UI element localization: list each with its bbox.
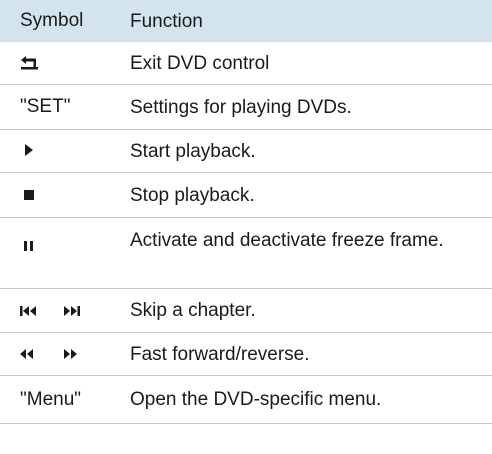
table-row: Start playback.: [0, 130, 492, 173]
symbol-column-header: Symbol: [20, 10, 84, 31]
exit-arrow-icon: [20, 55, 130, 71]
table-row: "SET" Settings for playing DVDs.: [0, 85, 492, 130]
symbol-cell: "Menu": [20, 388, 82, 410]
function-cell: Exit DVD control: [130, 52, 270, 74]
symbol-cell: "SET": [20, 96, 71, 117]
symbol-cell: [0, 305, 130, 316]
function-cell: Stop playback.: [130, 184, 255, 206]
play-icon: [25, 144, 33, 156]
function-cell: Fast forward/reverse.: [130, 343, 310, 365]
function-cell: Settings for playing DVDs.: [130, 96, 352, 118]
function-cell: Skip a chapter.: [130, 300, 256, 321]
table-row: Skip a chapter.: [0, 289, 492, 333]
rewind-icon: [20, 349, 33, 359]
symbol-cell: [0, 228, 130, 257]
table-row: Fast forward/reverse.: [0, 333, 492, 376]
table-header: Symbol Function: [0, 0, 492, 42]
skip-back-icon: [20, 305, 36, 316]
symbol-cell: [0, 184, 130, 206]
stop-icon: [24, 190, 34, 200]
symbol-cell: [0, 349, 130, 359]
symbol-cell: [0, 140, 130, 162]
function-cell: Open the DVD-specific menu.: [130, 389, 382, 410]
function-cell: Activate and deactivate freeze frame.: [130, 230, 444, 251]
table-row: Activate and deactivate freeze frame.: [0, 218, 492, 289]
pause-icon: [24, 241, 33, 251]
symbol-function-table: Symbol Function Exit DVD control "SET" S…: [0, 0, 492, 424]
function-cell: Start playback.: [130, 140, 256, 162]
table-row: Exit DVD control: [0, 42, 492, 85]
table-row: "Menu" Open the DVD-specific menu.: [0, 376, 492, 424]
function-column-header: Function: [130, 10, 203, 32]
table-row: Stop playback.: [0, 173, 492, 218]
symbol-cell: [0, 55, 130, 71]
fast-forward-icon: [64, 349, 77, 359]
skip-forward-icon: [64, 305, 80, 316]
